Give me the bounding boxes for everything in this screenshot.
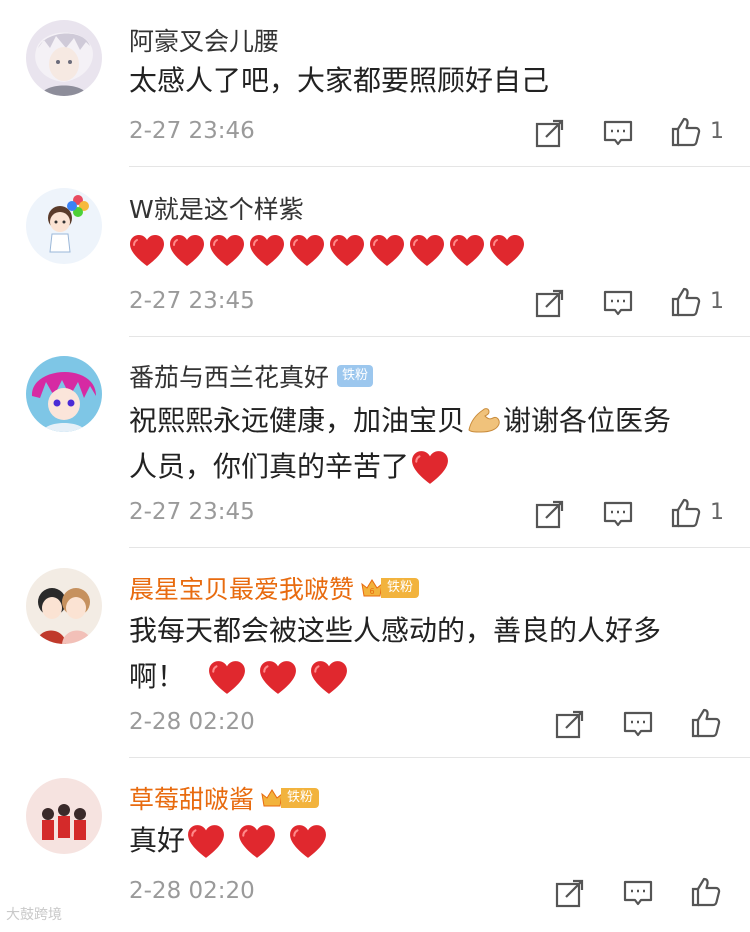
heart-icon [449, 234, 485, 268]
avatar[interactable] [26, 568, 102, 644]
comment-text-line1: 真好 [129, 824, 186, 857]
heart-icon [209, 234, 245, 268]
flexed-biceps-emoji [468, 408, 500, 433]
username[interactable]: 草莓甜啵酱 铁粉 [129, 780, 320, 816]
fan-badge[interactable]: 铁粉 [260, 786, 320, 810]
like-count: 1 [710, 289, 724, 314]
comment-icon[interactable] [602, 287, 634, 319]
repost-icon[interactable] [534, 117, 566, 149]
heart-icon [249, 234, 285, 268]
comment-icon[interactable] [602, 498, 634, 530]
timestamp: 2-27 23:45 [129, 499, 255, 525]
heart-icon [369, 234, 405, 268]
divider [129, 757, 750, 758]
avatar[interactable] [26, 188, 102, 264]
divider [129, 336, 750, 337]
username[interactable]: 番茄与西兰花真好 铁粉 [129, 358, 374, 394]
comment-text: 祝熙熙永远健康，加油宝贝 谢谢各位医务 人员，你们真的辛苦了 [129, 398, 729, 490]
fan-badge-text: 铁粉 [381, 578, 420, 598]
heart-icon [411, 450, 449, 486]
divider [129, 166, 750, 167]
comment-text-line1: 祝熙熙永远健康，加油宝贝 [129, 404, 466, 437]
username-text: 晨星宝贝最爱我啵赞 [129, 575, 355, 604]
timestamp: 2-28 02:20 [129, 709, 255, 735]
like-count: 1 [710, 500, 724, 525]
username[interactable]: 晨星宝贝最爱我啵赞 6 铁粉 [129, 570, 420, 606]
comment-icon[interactable] [602, 117, 634, 149]
comment-text-line2: 啊！ [129, 660, 186, 693]
comment-text-line1: 我每天都会被这些人感动的，善良的人好多 [129, 614, 662, 647]
comment-icon[interactable] [622, 877, 654, 909]
avatar[interactable] [26, 778, 102, 854]
like-icon[interactable] [670, 286, 702, 318]
timestamp: 2-27 23:46 [129, 118, 255, 144]
username[interactable]: 阿豪叉会儿腰 [129, 22, 279, 58]
like-icon[interactable] [690, 876, 722, 908]
username[interactable]: W就是这个样紫 [129, 190, 304, 226]
divider [129, 547, 750, 548]
username-text: 番茄与西兰花真好 [129, 363, 330, 392]
like-icon[interactable] [690, 707, 722, 739]
like-icon[interactable] [670, 497, 702, 529]
repost-icon[interactable] [534, 287, 566, 319]
comment-icon[interactable] [622, 708, 654, 740]
comment-text: 真好 [129, 818, 729, 864]
heart-icon [238, 824, 276, 860]
heart-icon [289, 234, 325, 268]
avatar[interactable] [26, 356, 102, 432]
repost-icon[interactable] [534, 498, 566, 530]
heart-icon [310, 660, 348, 696]
repost-icon[interactable] [554, 877, 586, 909]
timestamp: 2-27 23:45 [129, 288, 255, 314]
heart-icon [289, 824, 327, 860]
heart-icon [187, 824, 225, 860]
comment-text: 太感人了吧，大家都要照顾好自己 [129, 64, 550, 97]
heart-icon [259, 660, 297, 696]
comment-text: 我每天都会被这些人感动的，善良的人好多 啊！ [129, 608, 729, 700]
comment-text-line2: 人员，你们真的辛苦了 [129, 450, 410, 483]
repost-icon[interactable] [554, 708, 586, 740]
heart-icon [329, 234, 365, 268]
heart-icon [489, 234, 525, 268]
timestamp: 2-28 02:20 [129, 878, 255, 904]
heart-icon [409, 234, 445, 268]
heart-icon [208, 660, 246, 696]
heart-icon [169, 234, 205, 268]
avatar[interactable] [26, 20, 102, 96]
svg-text:6: 6 [369, 587, 374, 596]
heart-emoji-row [129, 234, 525, 268]
fan-badge[interactable]: 6 铁粉 [360, 576, 420, 600]
fan-badge[interactable]: 铁粉 [337, 365, 374, 387]
heart-icon [129, 234, 165, 268]
like-count: 1 [710, 119, 724, 144]
fan-badge-text: 铁粉 [281, 788, 320, 808]
watermark: 大鼓跨境 [6, 907, 62, 923]
username-text: 草莓甜啵酱 [129, 785, 255, 814]
comment-text-line1b: 谢谢各位医务 [503, 404, 672, 437]
like-icon[interactable] [670, 116, 702, 148]
